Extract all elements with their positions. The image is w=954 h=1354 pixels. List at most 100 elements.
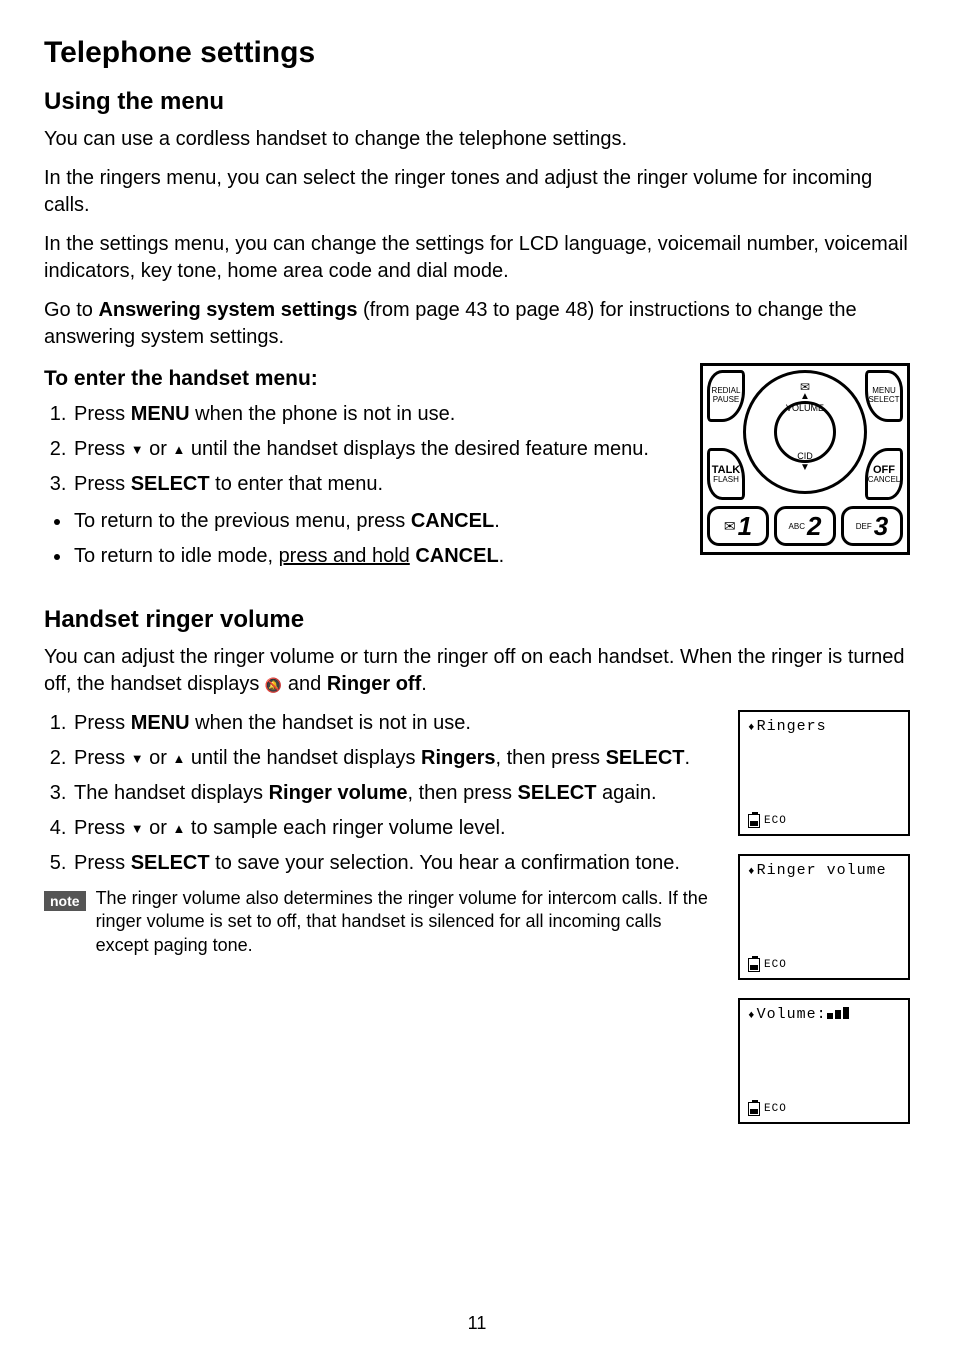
button-label: PAUSE	[713, 396, 740, 405]
list-item: Press MENU when the phone is not in use.	[72, 401, 680, 428]
text: and	[282, 673, 326, 695]
lcd-text: Ringers	[757, 718, 827, 735]
text-bold: Answering system settings	[98, 299, 357, 321]
updown-icon	[748, 862, 757, 879]
list-item: The handset displays Ringer volume, then…	[72, 780, 718, 807]
text-underline: press and hold	[279, 545, 410, 567]
updown-icon	[748, 718, 757, 735]
text: Press	[74, 473, 131, 495]
cid-label: CID	[746, 451, 864, 461]
note-block: note The ringer volume also determines t…	[44, 887, 718, 957]
battery-icon	[748, 1102, 760, 1116]
menu-select-button: MENU SELECT	[865, 370, 903, 422]
text: when the phone is not in use.	[190, 403, 456, 425]
list-item: Press or until the handset displays Ring…	[72, 745, 718, 772]
text: .	[421, 673, 427, 695]
list-item: To return to the previous menu, press CA…	[72, 508, 680, 535]
lcd-text: Ringer volume	[757, 862, 887, 879]
paragraph: You can adjust the ringer volume or turn…	[44, 644, 910, 698]
bullet-list: To return to the previous menu, press CA…	[44, 508, 680, 570]
list-item: Press SELECT to save your selection. You…	[72, 850, 718, 877]
volume-bars-icon	[827, 1007, 849, 1019]
subheading-enter-handset-menu: To enter the handset menu:	[44, 367, 680, 391]
paragraph: Go to Answering system settings (from pa…	[44, 297, 910, 351]
note-badge: note	[44, 891, 86, 911]
list-item: Press SELECT to enter that menu.	[72, 471, 680, 498]
text: to save your selection. You hear a confi…	[210, 852, 680, 874]
key-letters: DEF	[856, 522, 872, 531]
list-item: To return to idle mode, press and hold C…	[72, 543, 680, 570]
dpad: ✉ ▲ VOLUME CID ▼	[743, 370, 867, 494]
text: , then press	[496, 747, 606, 769]
lcd-screen-volume-level: Volume: ECO	[738, 998, 910, 1124]
text-bold: Ringers	[421, 747, 495, 769]
text: to enter that menu.	[210, 473, 383, 495]
text-bold: Ringer off	[327, 673, 421, 695]
text: To return to the previous menu, press	[74, 510, 411, 532]
text: until the handset displays the desired f…	[185, 438, 649, 460]
page-title: Telephone settings	[44, 36, 910, 70]
voicemail-icon: ✉	[724, 518, 736, 535]
down-arrow-icon	[131, 747, 144, 769]
battery-icon	[748, 814, 760, 828]
section-heading-ringer-volume: Handset ringer volume	[44, 606, 910, 634]
button-label: OFF	[873, 464, 895, 476]
text-bold: MENU	[131, 712, 190, 734]
up-arrow-icon	[172, 438, 185, 460]
lcd-screen-ringer-volume: Ringer volume ECO	[738, 854, 910, 980]
button-label: FLASH	[713, 476, 739, 485]
text: , then press	[407, 782, 517, 804]
text: Press	[74, 712, 131, 734]
button-label: TALK	[712, 464, 741, 476]
text: .	[684, 747, 690, 769]
text: .	[494, 510, 500, 532]
list-item: Press or until the handset displays the …	[72, 436, 680, 463]
handset-keypad-figure: REDIAL PAUSE ✉ ▲ VOLUME CID ▼ MENU SELEC…	[700, 363, 910, 555]
button-label: CANCEL	[868, 476, 900, 485]
section-heading-using-menu: Using the menu	[44, 88, 910, 116]
redial-pause-button: REDIAL PAUSE	[707, 370, 745, 422]
text: Press	[74, 403, 131, 425]
text: Press	[74, 747, 131, 769]
key-digit: 2	[807, 511, 821, 542]
down-arrow-icon: ▼	[746, 462, 864, 473]
off-cancel-button: OFF CANCEL	[865, 448, 903, 500]
button-label: SELECT	[868, 396, 899, 405]
page-number: 11	[0, 1313, 954, 1334]
key-digit: 1	[738, 511, 752, 542]
eco-label: ECO	[764, 815, 787, 827]
lcd-screen-ringers: Ringers ECO	[738, 710, 910, 836]
up-arrow-icon	[172, 817, 185, 839]
down-arrow-icon	[131, 817, 144, 839]
talk-flash-button: TALK FLASH	[707, 448, 745, 500]
paragraph: You can use a cordless handset to change…	[44, 126, 910, 153]
text: again.	[596, 782, 656, 804]
paragraph: In the ringers menu, you can select the …	[44, 165, 910, 219]
key-digit: 3	[874, 511, 888, 542]
ordered-list: Press MENU when the phone is not in use.…	[44, 401, 680, 498]
text: or	[144, 438, 173, 460]
note-text: The ringer volume also determines the ri…	[96, 887, 718, 957]
down-arrow-icon	[131, 438, 144, 460]
eco-label: ECO	[764, 959, 787, 971]
eco-label: ECO	[764, 1103, 787, 1115]
up-arrow-icon	[172, 747, 185, 769]
volume-label: VOLUME	[746, 403, 864, 413]
text: You can adjust the ringer volume or turn…	[44, 646, 905, 695]
text-bold: SELECT	[131, 852, 210, 874]
lcd-text: Volume:	[757, 1006, 827, 1023]
text-bold: Ringer volume	[269, 782, 408, 804]
key-1: ✉ 1	[707, 506, 769, 546]
text: or	[144, 747, 173, 769]
text: To return to idle mode,	[74, 545, 279, 567]
text: or	[144, 817, 173, 839]
paragraph: In the settings menu, you can change the…	[44, 231, 910, 285]
text-bold: SELECT	[606, 747, 685, 769]
text: Press	[74, 438, 131, 460]
text: Press	[74, 852, 131, 874]
key-3: DEF 3	[841, 506, 903, 546]
list-item: Press MENU when the handset is not in us…	[72, 710, 718, 737]
text: The handset displays	[74, 782, 269, 804]
text: when the handset is not in use.	[190, 712, 471, 734]
text-bold: MENU	[131, 403, 190, 425]
